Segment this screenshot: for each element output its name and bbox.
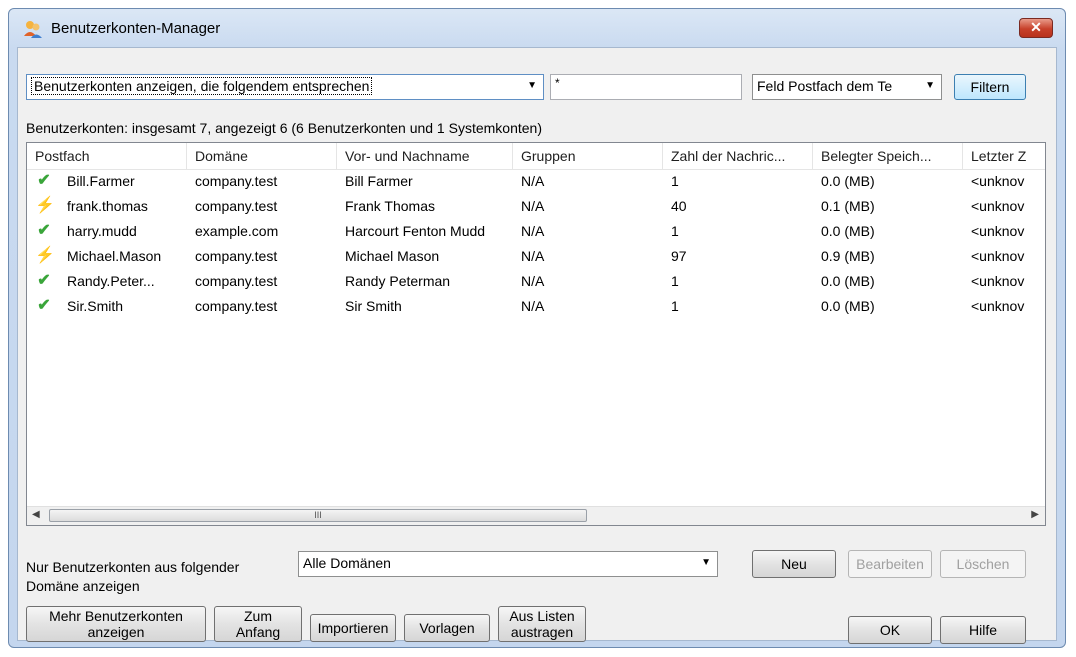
unsubscribe-lists-button[interactable]: Aus Listen austragen: [498, 606, 586, 642]
dialog-body: Benutzerkonten anzeigen, die folgendem e…: [17, 47, 1057, 644]
domain-select-value: Alle Domänen: [303, 555, 391, 571]
cell-postfach: Randy.Peter...: [67, 273, 155, 289]
cell-gruppen: N/A: [521, 273, 545, 289]
accounts-summary: Benutzerkonten: insgesamt 7, angezeigt 6…: [26, 120, 542, 136]
cell-domaene: example.com: [195, 223, 279, 239]
cell-domaene: company.test: [195, 273, 278, 289]
filter-button[interactable]: Filtern: [954, 74, 1026, 100]
cell-domaene: company.test: [195, 198, 278, 214]
table-row[interactable]: ⚡ Michael.Mason company.test Michael Mason N…: [27, 246, 1045, 267]
cell-speicher: 0.1 (MB): [821, 198, 875, 214]
cell-letzter: <unknov: [971, 198, 1025, 214]
column-header-nachrichten[interactable]: Zahl der Nachric...: [663, 143, 813, 169]
edit-button[interactable]: Bearbeiten: [848, 550, 932, 578]
more-accounts-button[interactable]: Mehr Benutzerkonten anzeigen: [26, 606, 206, 642]
filter-mode-value: Benutzerkonten anzeigen, die folgendem e…: [31, 77, 373, 95]
ok-button[interactable]: OK: [848, 616, 932, 644]
cell-gruppen: N/A: [521, 248, 545, 264]
to-start-button[interactable]: Zum Anfang: [214, 606, 302, 642]
cell-speicher: 0.0 (MB): [821, 273, 875, 289]
cell-postfach: Bill.Farmer: [67, 173, 135, 189]
users-icon: [24, 21, 42, 38]
chevron-down-icon: ▼: [925, 80, 935, 91]
table-row[interactable]: ✔ harry.mudd example.com Harcourt Fenton Mu…: [27, 221, 1045, 242]
help-button[interactable]: Hilfe: [940, 616, 1026, 644]
unsubscribe-line2: austragen: [510, 624, 574, 640]
cell-nachrichten: 40: [671, 198, 687, 214]
cell-speicher: 0.0 (MB): [821, 298, 875, 314]
scroll-thumb[interactable]: III: [49, 509, 587, 522]
cell-postfach: Sir.Smith: [67, 298, 124, 314]
account-manager-window: Benutzerkonten-Manager ✕ Benutzerkonten …: [8, 8, 1066, 648]
cell-domaene: company.test: [195, 298, 278, 314]
table-row[interactable]: ✔ Bill.Farmer company.test Bill Farmer N/A 1 0…: [27, 171, 1045, 192]
chevron-down-icon: ▼: [527, 80, 537, 91]
delete-button[interactable]: Löschen: [940, 550, 1026, 578]
cell-letzter: <unknov: [971, 173, 1025, 189]
table-row[interactable]: ⚡ frank.thomas company.test Frank Thomas N/A…: [27, 196, 1045, 217]
table-row[interactable]: ✔ Randy.Peter... company.test Randy Peterma…: [27, 271, 1045, 292]
column-header-speicher[interactable]: Belegter Speich...: [813, 143, 963, 169]
filter-text-input[interactable]: *: [550, 74, 742, 100]
cell-letzter: <unknov: [971, 298, 1025, 314]
cell-speicher: 0.0 (MB): [821, 223, 875, 239]
more-accounts-line2: anzeigen: [87, 624, 145, 640]
column-header-gruppen[interactable]: Gruppen: [513, 143, 663, 169]
unsubscribe-line1: Aus Listen: [509, 608, 575, 624]
cell-domaene: company.test: [195, 248, 278, 264]
column-header-letzter[interactable]: Letzter Z: [963, 143, 1045, 169]
cell-letzter: <unknov: [971, 248, 1025, 264]
cell-nachrichten: 1: [671, 273, 679, 289]
cell-gruppen: N/A: [521, 173, 545, 189]
domain-select[interactable]: Alle Domänen ▼: [298, 551, 718, 577]
chevron-down-icon: ▼: [701, 557, 711, 568]
cell-name: Frank Thomas: [345, 198, 435, 214]
close-button[interactable]: ✕: [1019, 18, 1053, 38]
cell-postfach: harry.mudd: [67, 223, 137, 239]
cell-domaene: company.test: [195, 173, 278, 189]
scroll-right-icon[interactable]: ▶: [1031, 509, 1039, 520]
import-button[interactable]: Importieren: [310, 614, 396, 642]
domain-filter-label: Nur Benutzerkonten aus folgender Domäne …: [26, 559, 240, 594]
cell-gruppen: N/A: [521, 298, 545, 314]
column-header-name[interactable]: Vor- und Nachname: [337, 143, 513, 169]
cell-nachrichten: 1: [671, 298, 679, 314]
cell-name: Harcourt Fenton Mudd: [345, 223, 486, 239]
cell-postfach: Michael.Mason: [67, 248, 162, 264]
cell-postfach: frank.thomas: [67, 198, 148, 214]
list-header: Postfach Domäne Vor- und Nachname Gruppe…: [27, 143, 1045, 170]
column-header-domaene[interactable]: Domäne: [187, 143, 337, 169]
templates-button[interactable]: Vorlagen: [404, 614, 490, 642]
cell-name: Randy Peterman: [345, 273, 451, 289]
cell-nachrichten: 1: [671, 223, 679, 239]
cell-gruppen: N/A: [521, 223, 545, 239]
column-header-postfach[interactable]: Postfach: [27, 143, 187, 169]
more-accounts-line1: Mehr Benutzerkonten: [49, 608, 183, 624]
table-row[interactable]: ✔ Sir.Smith company.test Sir Smith N/A 1 0.0 (…: [27, 296, 1045, 317]
cell-letzter: <unknov: [971, 273, 1025, 289]
new-button[interactable]: Neu: [752, 550, 836, 578]
to-start-line1: Zum: [244, 608, 272, 624]
scroll-left-icon[interactable]: ◀: [32, 509, 40, 520]
filter-field-select[interactable]: Feld Postfach dem Te ▼: [752, 74, 942, 100]
cell-name: Michael Mason: [345, 248, 440, 264]
cell-nachrichten: 1: [671, 173, 679, 189]
filter-field-value: Feld Postfach dem Te: [757, 78, 893, 94]
to-start-line2: Anfang: [235, 624, 281, 640]
cell-gruppen: N/A: [521, 198, 545, 214]
cell-nachrichten: 97: [671, 248, 687, 264]
accounts-list: Postfach Domäne Vor- und Nachname Gruppe…: [26, 142, 1046, 526]
title-bar: Benutzerkonten-Manager ✕: [9, 9, 1065, 49]
filter-mode-select[interactable]: Benutzerkonten anzeigen, die folgendem e…: [26, 74, 544, 100]
cell-letzter: <unknov: [971, 223, 1025, 239]
window-title: Benutzerkonten-Manager: [51, 20, 221, 37]
horizontal-scrollbar[interactable]: ◀ III ▶: [27, 506, 1045, 525]
cell-name: Bill Farmer: [345, 173, 413, 189]
cell-speicher: 0.9 (MB): [821, 248, 875, 264]
cell-speicher: 0.0 (MB): [821, 173, 875, 189]
cell-name: Sir Smith: [345, 298, 402, 314]
